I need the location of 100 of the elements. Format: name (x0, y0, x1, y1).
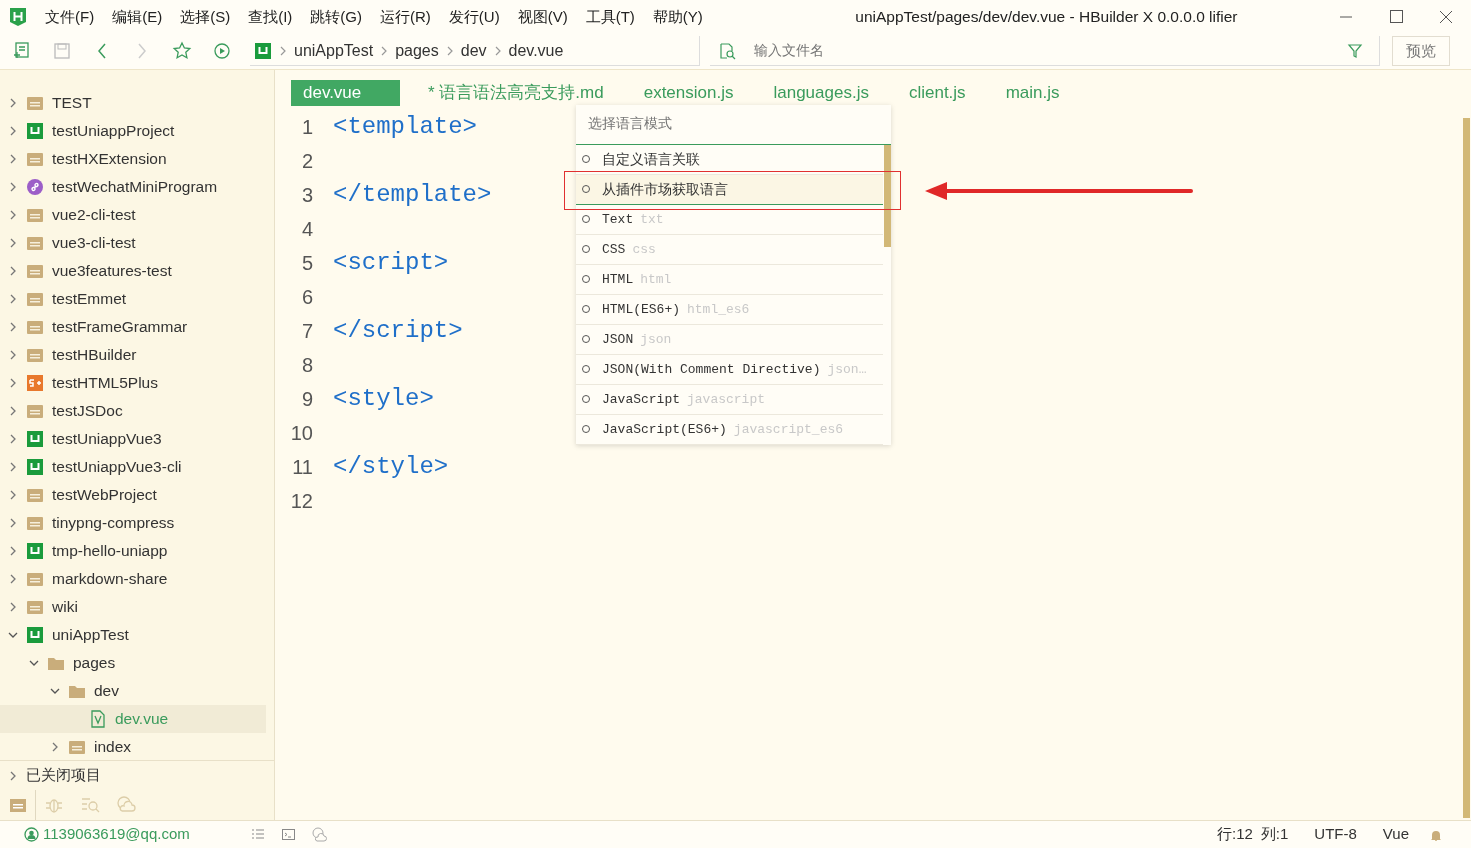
user-account[interactable]: 1139063619@qq.com (43, 823, 190, 846)
code-text: </script> (333, 315, 463, 346)
expand-chevron-icon[interactable] (8, 517, 18, 528)
tree-item[interactable]: pages (0, 648, 274, 677)
tree-item[interactable]: testJSDoc (0, 396, 274, 425)
uniapp-project-icon (26, 121, 44, 140)
menu-item[interactable]: 工具(T) (576, 5, 644, 29)
tree-item[interactable]: testUniappVue3 (0, 424, 274, 453)
menu-item[interactable]: 视图(V) (508, 5, 577, 29)
menu-item[interactable]: 查找(I) (239, 5, 302, 29)
scrollbar[interactable] (884, 144, 891, 247)
menu-item[interactable]: 发行(U) (439, 5, 509, 29)
star-icon[interactable] (172, 41, 192, 62)
scrollbar[interactable] (1463, 117, 1470, 818)
expand-chevron-icon[interactable] (8, 237, 18, 248)
line-number: 1 (300, 114, 313, 140)
expand-chevron-icon[interactable] (8, 405, 18, 416)
expand-chevron-icon[interactable] (50, 741, 60, 752)
filter-icon[interactable] (1347, 42, 1363, 59)
tree-item[interactable]: vue2-cli-test (0, 200, 274, 229)
line-number: 2 (300, 148, 313, 174)
tree-item[interactable]: tmp-hello-uniapp (0, 536, 274, 565)
tree-item[interactable]: vue3features-test (0, 256, 274, 285)
breadcrumb-item[interactable]: uniAppTest (294, 38, 374, 63)
file-search-field[interactable]: 输入文件名 (752, 39, 1347, 63)
cursor-column: 列:1 (1260, 823, 1289, 846)
uniapp-project-icon (26, 541, 44, 560)
line-number: 3 (300, 182, 313, 208)
language-search-field[interactable]: 选择语言模式 (586, 113, 891, 136)
expand-chevron-icon[interactable] (8, 153, 18, 164)
run-icon[interactable] (212, 41, 232, 62)
code-text: <template> (333, 111, 478, 142)
encoding-indicator[interactable]: UTF-8 (1314, 823, 1357, 846)
expand-chevron-icon[interactable] (8, 601, 18, 612)
tree-item[interactable]: wiki (0, 592, 274, 621)
tree-item[interactable]: markdown-share (0, 564, 274, 593)
tree-item[interactable]: dev (0, 676, 274, 705)
language-indicator[interactable]: Vue (1382, 823, 1409, 846)
language-option[interactable]: 从插件市场获取语言 (576, 174, 883, 205)
code-text: </style> (333, 451, 449, 482)
line-number: 5 (300, 250, 313, 276)
menu-item[interactable]: 运行(R) (371, 5, 440, 29)
tree-item[interactable]: index (0, 732, 274, 761)
line-number: 11 (291, 454, 313, 480)
expand-chevron-icon[interactable] (8, 489, 18, 500)
expand-chevron-icon[interactable] (8, 97, 18, 108)
expand-chevron-icon[interactable] (8, 377, 18, 388)
tree-item[interactable]: testEmmet (0, 284, 274, 313)
tree-item[interactable]: testUniappVue3-cli (0, 452, 274, 481)
tree-item[interactable]: testHXExtension (0, 144, 274, 173)
tree-item[interactable]: uniAppTest (0, 620, 274, 649)
editor-tab[interactable]: main.js (993, 79, 1088, 106)
terminal-icon[interactable] (280, 827, 296, 842)
tree-item[interactable]: testUniappProject (0, 116, 274, 145)
tree-item[interactable]: testWebProject (0, 480, 274, 509)
mini-program-icon (26, 177, 44, 196)
menu-item[interactable]: 编辑(E) (103, 5, 172, 29)
expand-chevron-icon[interactable] (8, 433, 18, 444)
tree-item[interactable]: tinypng-compress (0, 508, 274, 537)
tree-item[interactable]: testHBuilder (0, 340, 274, 369)
expand-chevron-icon[interactable] (8, 265, 18, 276)
menu-item[interactable]: 帮助(Y) (643, 5, 712, 29)
menu-item[interactable]: 文件(F) (36, 5, 104, 29)
preview-button[interactable]: 预览 (1392, 36, 1450, 67)
user-icon (24, 827, 39, 842)
close-icon[interactable] (1437, 8, 1455, 26)
vue-file-icon (89, 709, 107, 728)
expand-chevron-icon[interactable] (8, 573, 18, 584)
menu-item[interactable]: 选择(S) (171, 5, 240, 29)
maximize-icon[interactable] (1387, 8, 1405, 26)
breadcrumb-item[interactable]: dev (460, 38, 487, 63)
breadcrumb-item[interactable]: dev.vue (508, 38, 564, 63)
tree-item[interactable]: vue3-cli-test (0, 228, 274, 257)
code-text: <style> (333, 383, 434, 414)
expand-chevron-icon[interactable] (8, 461, 18, 472)
expand-chevron-icon[interactable] (8, 770, 18, 781)
expand-chevron-icon[interactable] (8, 349, 18, 360)
menu-item[interactable]: 跳转(G) (301, 5, 371, 29)
uniapp-project-icon (26, 457, 44, 476)
expand-chevron-icon[interactable] (8, 545, 18, 556)
expand-chevron-icon[interactable] (8, 321, 18, 332)
line-number: 4 (300, 216, 313, 242)
tree-item[interactable]: testHTML5Plus (0, 368, 274, 397)
tree-item[interactable]: testWechatMiniProgram (0, 172, 274, 201)
app-logo-icon (8, 7, 28, 27)
line-number: 9 (300, 386, 313, 412)
line-number: 7 (300, 318, 313, 344)
search-box[interactable]: 输入文件名 (710, 36, 1380, 67)
breadcrumb-item[interactable]: pages (395, 38, 439, 63)
language-option[interactable]: 自定义语言关联 (576, 144, 883, 175)
expand-chevron-icon[interactable] (8, 293, 18, 304)
expand-chevron-icon[interactable] (8, 125, 18, 136)
tree-item[interactable]: TEST (0, 88, 274, 117)
search-icon (718, 41, 736, 60)
uniapp-project-icon (254, 41, 272, 60)
expand-chevron-icon[interactable] (8, 209, 18, 220)
code-text: </template> (333, 179, 492, 210)
uniapp-project-icon (26, 429, 44, 448)
expand-chevron-icon[interactable] (8, 181, 18, 192)
tree-item[interactable]: testFrameGrammar (0, 312, 274, 341)
